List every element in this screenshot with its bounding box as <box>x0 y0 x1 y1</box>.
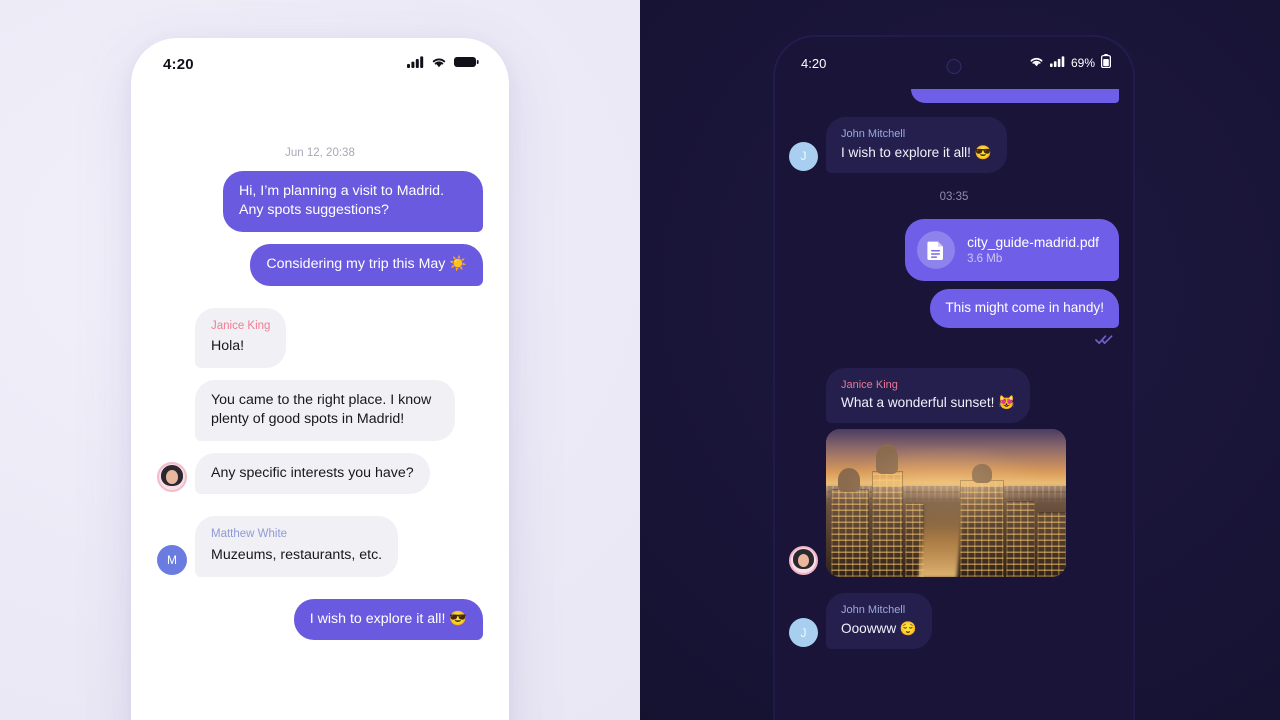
avatar-initial-john[interactable]: J <box>789 618 818 648</box>
status-time: 4:20 <box>801 55 827 71</box>
chat-bubble-outgoing[interactable]: This might come in handy! <box>930 288 1119 328</box>
message-timestamp: 03:35 <box>939 190 969 203</box>
file-attachment-bubble[interactable]: city_guide-madrid.pdf 3.6 Mb <box>905 218 1119 281</box>
wifi-icon <box>1029 54 1044 72</box>
chat-bubble-outgoing[interactable]: Hi, I’m planning a visit to Madrid. Any … <box>223 171 483 232</box>
message-row[interactable]: J John Mitchell I wish to explore it all… <box>775 117 1133 173</box>
message-sender-name: Janice King <box>841 378 898 391</box>
message-row[interactable]: Hi, I’m planning a visit to Madrid. Any … <box>147 171 493 232</box>
chat-bubble-incoming[interactable]: Any specific interests you have? <box>195 452 430 495</box>
file-name: city_guide-madrid.pdf <box>967 234 1099 250</box>
status-indicators: 69% <box>1029 53 1112 73</box>
chat-bubble-incoming[interactable]: Matthew White Muzeums, restaurants, etc. <box>195 516 399 577</box>
avatar-photo-janice[interactable] <box>789 546 818 576</box>
message-row[interactable]: Janice King Hola! <box>147 307 493 368</box>
avatar-initial-matthew[interactable]: M <box>157 544 187 575</box>
cellular-signal-icon <box>407 55 424 73</box>
chat-bubble-incoming[interactable]: Janice King Hola! <box>195 307 287 368</box>
message-row[interactable]: M Matthew White Muzeums, restaurants, et… <box>147 516 493 577</box>
notch <box>234 38 406 65</box>
light-chat-screen: Jun 12, 20:38 Hi, I’m planning a visit t… <box>147 91 493 720</box>
message-sender-name: John Mitchell <box>841 604 906 617</box>
message-row[interactable]: This might come in handy! <box>775 288 1133 328</box>
sunset-haze <box>826 429 1066 578</box>
chat-bubble-incoming[interactable]: John Mitchell I wish to explore it all! … <box>826 117 1007 173</box>
dark-chat-screen: J John Mitchell I wish to explore it all… <box>775 37 1133 720</box>
chat-bubble-incoming[interactable]: Janice King What a wonderful sunset! 😻 <box>826 367 1031 424</box>
message-row[interactable]: You came to the right place. I know plen… <box>147 379 493 441</box>
pdf-document-icon <box>917 230 956 269</box>
avatar[interactable]: J <box>789 618 818 648</box>
avatar-initial-john[interactable]: J <box>789 141 818 171</box>
message-row[interactable]: Janice King What a wonderful sunset! 😻 <box>775 367 1133 424</box>
dark-status-bar: 4:20 69% <box>775 37 1133 89</box>
message-sender-name: Janice King <box>211 319 271 332</box>
battery-percentage: 69% <box>1070 56 1095 70</box>
message-text: Muzeums, restaurants, etc. <box>211 546 383 563</box>
dark-phone-bezel: 4:20 69% J John Mitchell I wish to explo… <box>775 37 1133 720</box>
message-sender-name: Matthew White <box>211 528 288 541</box>
dark-phone-frame: 4:20 69% J John Mitchell I wish to explo… <box>773 35 1135 720</box>
avatar-photo-janice[interactable] <box>157 462 187 493</box>
message-row[interactable]: Considering my trip this May ☀️ <box>147 243 493 286</box>
chat-bubble-outgoing[interactable]: I wish to explore it all! 😎 <box>293 598 483 641</box>
chat-bubble-incoming[interactable]: John Mitchell Ooowww 😌 <box>826 593 932 650</box>
message-row[interactable] <box>775 89 1133 103</box>
light-theme-panel: 4:20 Jun 12, 20:38 Hi, I’m planning a vi… <box>0 0 640 720</box>
message-text: I wish to explore it all! 😎 <box>841 144 992 160</box>
message-text: Hola! <box>211 337 245 354</box>
message-text: What a wonderful sunset! 😻 <box>841 395 1016 411</box>
file-meta: city_guide-madrid.pdf 3.6 Mb <box>967 235 1099 265</box>
message-sender-name: John Mitchell <box>841 128 906 140</box>
message-row[interactable] <box>775 429 1133 578</box>
double-check-icon <box>1095 332 1113 350</box>
day-stamp: Jun 12, 20:38 <box>285 147 355 159</box>
avatar[interactable]: M <box>157 544 187 575</box>
chat-bubble-outgoing[interactable]: Considering my trip this May ☀️ <box>250 243 483 286</box>
message-row[interactable]: city_guide-madrid.pdf 3.6 Mb <box>775 218 1133 281</box>
avatar[interactable] <box>789 546 818 576</box>
battery-icon <box>454 55 479 73</box>
battery-icon <box>1100 53 1112 73</box>
photo-attachment[interactable] <box>826 429 1066 578</box>
chat-bubble-outgoing-clipped[interactable] <box>911 89 1119 103</box>
message-text: Ooowww 😌 <box>841 621 917 637</box>
file-size: 3.6 Mb <box>967 252 1003 265</box>
light-phone-frame: 4:20 Jun 12, 20:38 Hi, I’m planning a vi… <box>131 38 509 720</box>
status-time: 4:20 <box>163 55 194 73</box>
message-row[interactable]: I wish to explore it all! 😎 <box>147 598 493 641</box>
chat-bubble-incoming[interactable]: You came to the right place. I know plen… <box>195 379 455 441</box>
dark-theme-panel: 4:20 69% J John Mitchell I wish to explo… <box>640 0 1280 720</box>
status-indicators <box>407 55 479 73</box>
cellular-signal-icon <box>1049 54 1065 72</box>
read-receipt <box>775 332 1133 350</box>
wifi-icon <box>431 55 447 73</box>
message-row[interactable]: Any specific interests you have? <box>147 452 493 495</box>
avatar[interactable]: J <box>789 141 818 171</box>
avatar[interactable] <box>157 462 187 493</box>
message-row[interactable]: J John Mitchell Ooowww 😌 <box>775 593 1133 650</box>
